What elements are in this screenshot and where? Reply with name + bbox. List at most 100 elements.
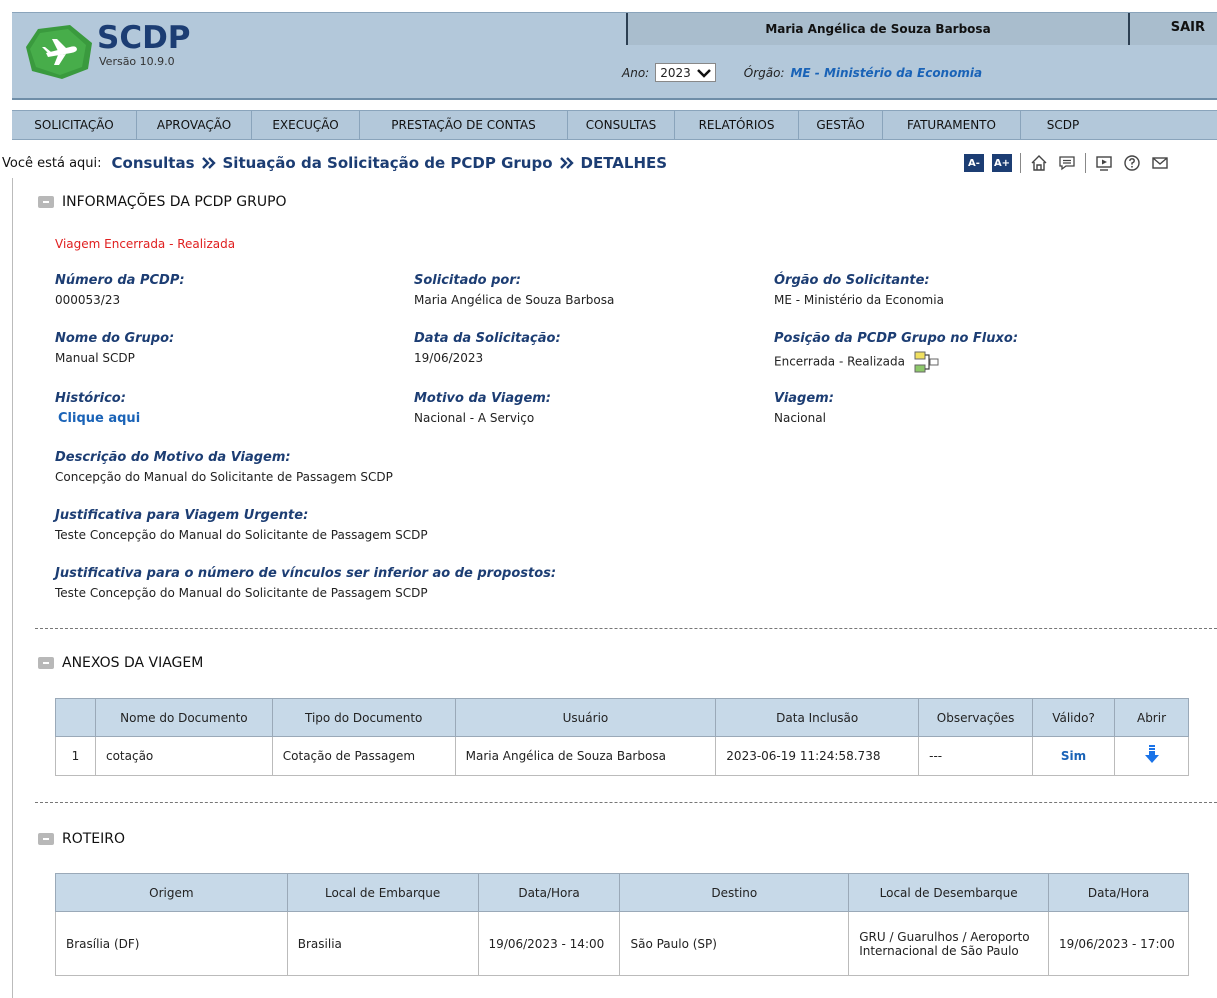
mail-icon[interactable] <box>1150 153 1170 173</box>
route-destination: São Paulo (SP) <box>619 911 850 976</box>
header-bar: SCDP Versão 10.9.0 Maria Angélica de Sou… <box>12 12 1217 100</box>
field-label: Histórico: <box>55 391 126 406</box>
chat-icon[interactable] <box>1057 153 1077 173</box>
menu-item-gestao[interactable]: GESTÃO <box>799 111 883 139</box>
column-header: Origem <box>55 873 288 912</box>
field-value: Nacional <box>774 411 826 425</box>
route-landing: GRU / Guarulhos / Aeroporto Internaciona… <box>848 911 1050 976</box>
content-border <box>12 178 13 998</box>
field-value: Nacional - A Serviço <box>414 411 535 425</box>
field-history: Histórico: Clique aqui <box>55 391 140 426</box>
year-label: Ano: <box>622 65 650 80</box>
section-itinerary-header: ROTEIRO <box>38 831 125 847</box>
field-group-name: Nome do Grupo: Manual SCDP <box>55 331 174 365</box>
font-decrease-button[interactable]: A- <box>964 154 984 172</box>
main-menu: SOLICITAÇÃO APROVAÇÃO EXECUÇÃO PRESTAÇÃO… <box>12 110 1217 140</box>
section-divider <box>35 802 1217 803</box>
field-label: Posição da PCDP Grupo no Fluxo: <box>774 331 1019 346</box>
flow-icon[interactable] <box>913 351 939 373</box>
breadcrumb-path: Consultas Situação da Solicitação de PCD… <box>112 154 668 172</box>
field-label: Justificativa para Viagem Urgente: <box>55 508 309 523</box>
field-requester-org: Órgão do Solicitante: ME - Ministério da… <box>774 273 944 307</box>
field-value: Encerrada - Realizada <box>774 351 1018 373</box>
collapse-icon[interactable] <box>38 833 54 845</box>
field-value: 19/06/2023 <box>414 351 484 365</box>
field-requested-by: Solicitado por: Maria Angélica de Souza … <box>414 273 614 307</box>
table-header-row: Origem Local de Embarque Data/Hora Desti… <box>55 873 1189 912</box>
route-departure: 19/06/2023 - 14:00 <box>477 911 621 976</box>
field-flow-position: Posição da PCDP Grupo no Fluxo: Encerrad… <box>774 331 1018 373</box>
double-chevron-right-icon <box>559 157 574 169</box>
field-value: 000053/23 <box>55 293 121 307</box>
column-header: Destino <box>619 873 850 912</box>
field-label: Solicitado por: <box>414 273 521 288</box>
section-attachments-header: ANEXOS DA VIAGEM <box>38 655 203 671</box>
brand-name: SCDP <box>97 20 191 56</box>
double-chevron-right-icon <box>201 157 216 169</box>
section-info-title: INFORMAÇÕES DA PCDP GRUPO <box>62 194 287 210</box>
document-open-cell <box>1114 736 1189 776</box>
breadcrumb-consultas[interactable]: Consultas <box>112 154 195 172</box>
brand: SCDP Versão 10.9.0 <box>97 21 191 68</box>
table-header-row: Nome do Documento Tipo do Documento Usuá… <box>55 698 1189 737</box>
column-header: Data/Hora <box>477 873 621 912</box>
menu-item-scdp[interactable]: SCDP <box>1021 111 1105 139</box>
org-value[interactable]: ME - Ministério da Economia <box>790 66 982 80</box>
breadcrumb-label: Você está aqui: <box>2 155 102 171</box>
valid-link[interactable]: Sim <box>1061 749 1086 763</box>
row-index: 1 <box>55 736 96 776</box>
user-name: Maria Angélica de Souza Barbosa <box>626 13 1128 45</box>
field-value: Concepção do Manual do Solicitante de Pa… <box>55 470 393 484</box>
field-urgent-justification: Justificativa para Viagem Urgente: Teste… <box>55 508 428 542</box>
route-arrival: 19/06/2023 - 17:00 <box>1048 911 1189 976</box>
chevron-down-icon <box>696 68 711 78</box>
column-header: Data Inclusão <box>715 698 920 737</box>
field-label: Justificativa para o número de vínculos … <box>55 566 557 581</box>
field-value: Manual SCDP <box>55 351 135 365</box>
field-pcdp-number: Número da PCDP: 000053/23 <box>55 273 185 307</box>
menu-item-relatorios[interactable]: RELATÓRIOS <box>675 111 799 139</box>
document-type: Cotação de Passagem <box>271 736 456 776</box>
column-header: Abrir <box>1114 698 1189 737</box>
help-icon[interactable] <box>1122 153 1142 173</box>
breadcrumb-current: DETALHES <box>580 154 668 172</box>
menu-item-faturamento[interactable]: FATURAMENTO <box>883 111 1021 139</box>
field-label: Data da Solicitação: <box>414 331 561 346</box>
column-header: Local de Embarque <box>286 873 479 912</box>
breadcrumb-situacao[interactable]: Situação da Solicitação de PCDP Grupo <box>223 154 553 172</box>
history-link[interactable]: Clique aqui <box>58 411 140 426</box>
menu-item-prestacao-de-contas[interactable]: PRESTAÇÃO DE CONTAS <box>360 111 568 139</box>
field-request-date: Data da Solicitação: 19/06/2023 <box>414 331 561 365</box>
menu-item-execucao[interactable]: EXECUÇÃO <box>252 111 360 139</box>
collapse-icon[interactable] <box>38 196 54 208</box>
video-icon[interactable] <box>1094 153 1114 173</box>
column-header: Tipo do Documento <box>271 698 456 737</box>
logout-button[interactable]: SAIR <box>1128 13 1217 45</box>
table-row: Brasília (DF) Brasilia 19/06/2023 - 14:0… <box>55 911 1189 976</box>
font-increase-button[interactable]: A+ <box>992 154 1012 172</box>
column-header: Válido? <box>1032 698 1115 737</box>
field-label: Número da PCDP: <box>55 273 185 288</box>
attachments-table: Nome do Documento Tipo do Documento Usuá… <box>55 698 1189 776</box>
column-header: Data/Hora <box>1048 873 1189 912</box>
menu-item-aprovacao[interactable]: APROVAÇÃO <box>137 111 252 139</box>
route-boarding: Brasilia <box>286 911 479 976</box>
field-label: Motivo da Viagem: <box>414 391 552 406</box>
section-divider <box>35 628 1217 629</box>
collapse-icon[interactable] <box>38 657 54 669</box>
year-select[interactable]: 2023 <box>655 63 716 82</box>
table-row: 1 cotação Cotação de Passagem Maria Angé… <box>55 736 1189 776</box>
document-user: Maria Angélica de Souza Barbosa <box>454 736 717 776</box>
download-icon[interactable] <box>1144 744 1159 765</box>
menu-item-consultas[interactable]: CONSULTAS <box>568 111 675 139</box>
column-header <box>55 698 96 737</box>
flow-position-value: Encerrada - Realizada <box>774 354 905 369</box>
field-reason-description: Descrição do Motivo da Viagem: Concepção… <box>55 450 393 484</box>
menu-item-solicitacao[interactable]: SOLICITAÇÃO <box>12 111 137 139</box>
home-icon[interactable] <box>1029 153 1049 173</box>
route-origin: Brasília (DF) <box>55 911 288 976</box>
document-name: cotação <box>94 736 273 776</box>
section-itinerary-title: ROTEIRO <box>62 831 126 847</box>
field-label: Órgão do Solicitante: <box>774 273 930 288</box>
column-header: Nome do Documento <box>94 698 273 737</box>
